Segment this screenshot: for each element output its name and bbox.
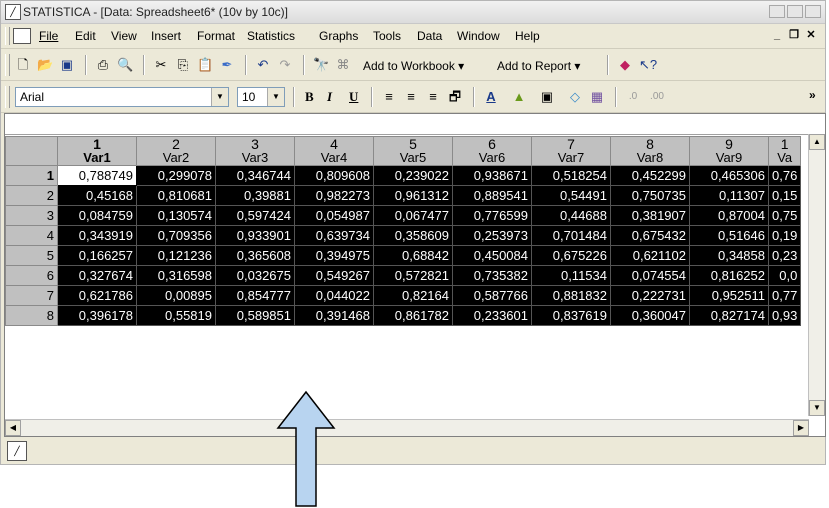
- annotation-arrow: [276, 390, 336, 507]
- up-arrow-icon: [276, 390, 336, 507]
